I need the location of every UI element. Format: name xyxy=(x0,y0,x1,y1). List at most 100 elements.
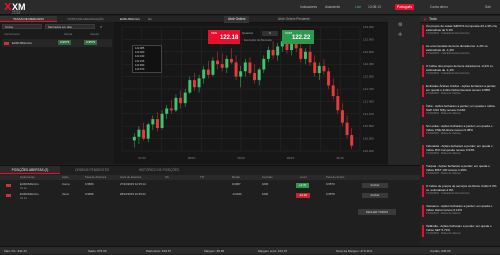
candle-body xyxy=(234,62,238,77)
col-contract: Contrato xyxy=(262,175,273,179)
candle-body xyxy=(248,62,252,74)
x-tick-label: 27/10 xyxy=(138,156,146,160)
account-selector[interactable]: Conta demo xyxy=(430,5,448,9)
candle-body xyxy=(211,60,215,75)
news-item[interactable]: O índice de preços de serviços do Reino … xyxy=(422,184,498,197)
y-tick-label: 121.100 xyxy=(363,112,374,116)
close-all-button[interactable]: FECHAR TODOS xyxy=(358,209,396,215)
candle xyxy=(206,60,210,79)
tab-position-history[interactable]: HISTÓRICO DE POSIÇÕES xyxy=(124,166,194,174)
positions-panel: POSIÇÕES ABERTAS (2) ORDENS PENDENTES HI… xyxy=(0,165,420,246)
x-tick-label: 31/10 xyxy=(336,156,344,160)
candle-body xyxy=(239,71,243,77)
market-columns-header: Instrumento Oferta Venda xyxy=(2,32,112,38)
candle-body xyxy=(257,69,261,81)
close-position-button[interactable]: Fechar xyxy=(362,183,388,188)
logout-button[interactable]: Sair xyxy=(485,5,491,9)
candle-body xyxy=(262,58,266,70)
news-item[interactable]: Índia - Ações fecharam a perder; em qued… xyxy=(422,104,498,117)
language-selector[interactable]: Português xyxy=(395,4,415,10)
gear-icon[interactable]: ⚙ xyxy=(398,22,402,28)
market-row[interactable]: EURUSDmicro 0.9573 0.9579 xyxy=(2,39,112,47)
buy-button[interactable]: COM 122.22 xyxy=(282,30,314,44)
pending-order-tab[interactable]: Abrir Ordem Pendente xyxy=(274,16,314,23)
col-ask: Venda xyxy=(90,32,99,36)
y-tick-label: 120.200 xyxy=(363,149,374,153)
quantity-input[interactable]: 1 xyxy=(262,31,278,36)
candle-body xyxy=(206,69,210,75)
news-item[interactable]: Indonésia - Ações fecharam a perder; em … xyxy=(422,144,498,157)
market-filter-dropdown[interactable]: Mercados em alta xyxy=(45,24,95,29)
y-tick-label: 120.800 xyxy=(363,124,374,128)
news-item[interactable]: Turquia - Ações fecharam a perder; em qu… xyxy=(422,164,498,177)
candle-body xyxy=(290,42,294,51)
candle xyxy=(197,74,201,93)
crosshair-icon[interactable]: ✛ xyxy=(398,32,402,38)
news-item[interactable]: Vietname - Ações fecharam a perder; em q… xyxy=(422,204,498,217)
flag-icon xyxy=(6,183,12,187)
ask-price-button[interactable]: 0.9579 xyxy=(84,40,98,45)
open-order-tab[interactable]: Abrir Ordem xyxy=(224,16,250,23)
news-header: ▼ Todo xyxy=(420,16,500,23)
close-position-button[interactable]: Fechar xyxy=(362,193,388,198)
position-lot: 01 lot xyxy=(20,196,27,200)
execution-type: Execução de Mercado xyxy=(244,38,272,42)
candle-body xyxy=(179,97,183,104)
x-tick-label: 28/10 xyxy=(188,156,196,160)
col-bid: Oferta xyxy=(64,32,73,36)
quantity-field[interactable]: Quantid. 1 xyxy=(242,31,280,37)
col-open-rate: Taxa de Abertura xyxy=(85,175,107,179)
sell-price: 122.18 xyxy=(220,35,239,41)
price-chart[interactable]: 123.200 122.900 122.600 122.300 122.000 121.7… xyxy=(114,23,388,164)
indicators-menu[interactable]: Indicadores xyxy=(300,5,317,9)
candle-body xyxy=(197,78,201,88)
position-profit: -42.46 xyxy=(296,193,310,198)
bid-price-button[interactable]: 0.9573 xyxy=(58,40,72,45)
news-item[interactable]: Emirados Árabes Unidos - Ações fecharam … xyxy=(422,84,498,97)
news-item[interactable]: As encomendas de bens duradouros -1,2% v… xyxy=(422,44,498,57)
news-item[interactable]: Os preços de casas S&P/CS Composite-20 a… xyxy=(422,24,498,37)
news-date: 27/10/2015 · Bolsa de Valores xyxy=(426,172,461,176)
position-contract: 1000 xyxy=(262,182,269,186)
candle-body xyxy=(243,62,247,72)
candle xyxy=(266,46,270,63)
position-time: 28/10/2015 10:45:22 xyxy=(120,192,146,196)
sell-button[interactable]: VEN 122.18 xyxy=(208,30,240,44)
candle xyxy=(174,94,178,113)
candle-body xyxy=(192,80,196,88)
position-row[interactable]: EURUSDmicro Comp. 0.9566 27/10/2015 12:15:1… xyxy=(0,182,420,190)
news-date: 27/10/2015 · Bolsa de Valores xyxy=(426,92,461,96)
clock: 13:08:13 xyxy=(368,5,381,9)
chart-symbol[interactable]: EURUSDmicro xyxy=(120,17,140,22)
category-dropdown[interactable]: Todos xyxy=(2,24,42,29)
tab-pending-orders[interactable]: ORDENS PENDENTES xyxy=(62,166,122,174)
filter-icon[interactable]: ▼ xyxy=(423,17,427,22)
xm-logo[interactable]: X XM GREEN GLOBE xyxy=(4,2,26,15)
search-icon[interactable]: ⌕ xyxy=(100,24,102,29)
assistant-menu[interactable]: Assistente xyxy=(325,5,340,9)
candle-body xyxy=(169,108,173,111)
tab-open-positions[interactable]: POSIÇÕES ABERTAS (2) xyxy=(0,166,60,174)
timeframe-selector[interactable]: H1 xyxy=(148,17,152,22)
news-date: 27/10/2015 · Indicadores Económicos xyxy=(426,72,470,76)
candle xyxy=(183,89,187,107)
category-value: Todos xyxy=(5,25,14,29)
position-row[interactable]: EURUSDmicro Vend. 0.9536 28/10/2015 10:45:2… xyxy=(0,192,420,200)
news-item[interactable]: Tailândia - Ações fecharam a perder; em … xyxy=(422,224,498,237)
candle-body xyxy=(151,119,155,125)
news-item[interactable]: Sri Lanka - Ações fecharam a perder; em … xyxy=(422,124,498,137)
filter-value: Mercados em alta xyxy=(48,25,72,29)
candle-body xyxy=(266,50,270,59)
col-instrument: Instrumento xyxy=(4,32,20,36)
legend-line: 122.870 xyxy=(135,68,145,72)
account-status-bar: Marc P/L: €31.23 Saldo: €76.66 Patrimôni… xyxy=(0,246,500,254)
candle xyxy=(350,127,354,150)
ohlc-legend: 122.985 122.960 122.940 122.915 122.890 … xyxy=(132,45,162,73)
position-open: 0.9536 xyxy=(85,192,94,196)
position-open: 0.9566 xyxy=(85,182,94,186)
x-tick-label: 30/10 xyxy=(287,156,295,160)
position-change: -0.0043 xyxy=(232,192,242,196)
candle-body xyxy=(137,129,141,137)
candle xyxy=(142,122,146,141)
news-item[interactable]: O índice dos preços de bens duradouros -… xyxy=(422,64,498,77)
